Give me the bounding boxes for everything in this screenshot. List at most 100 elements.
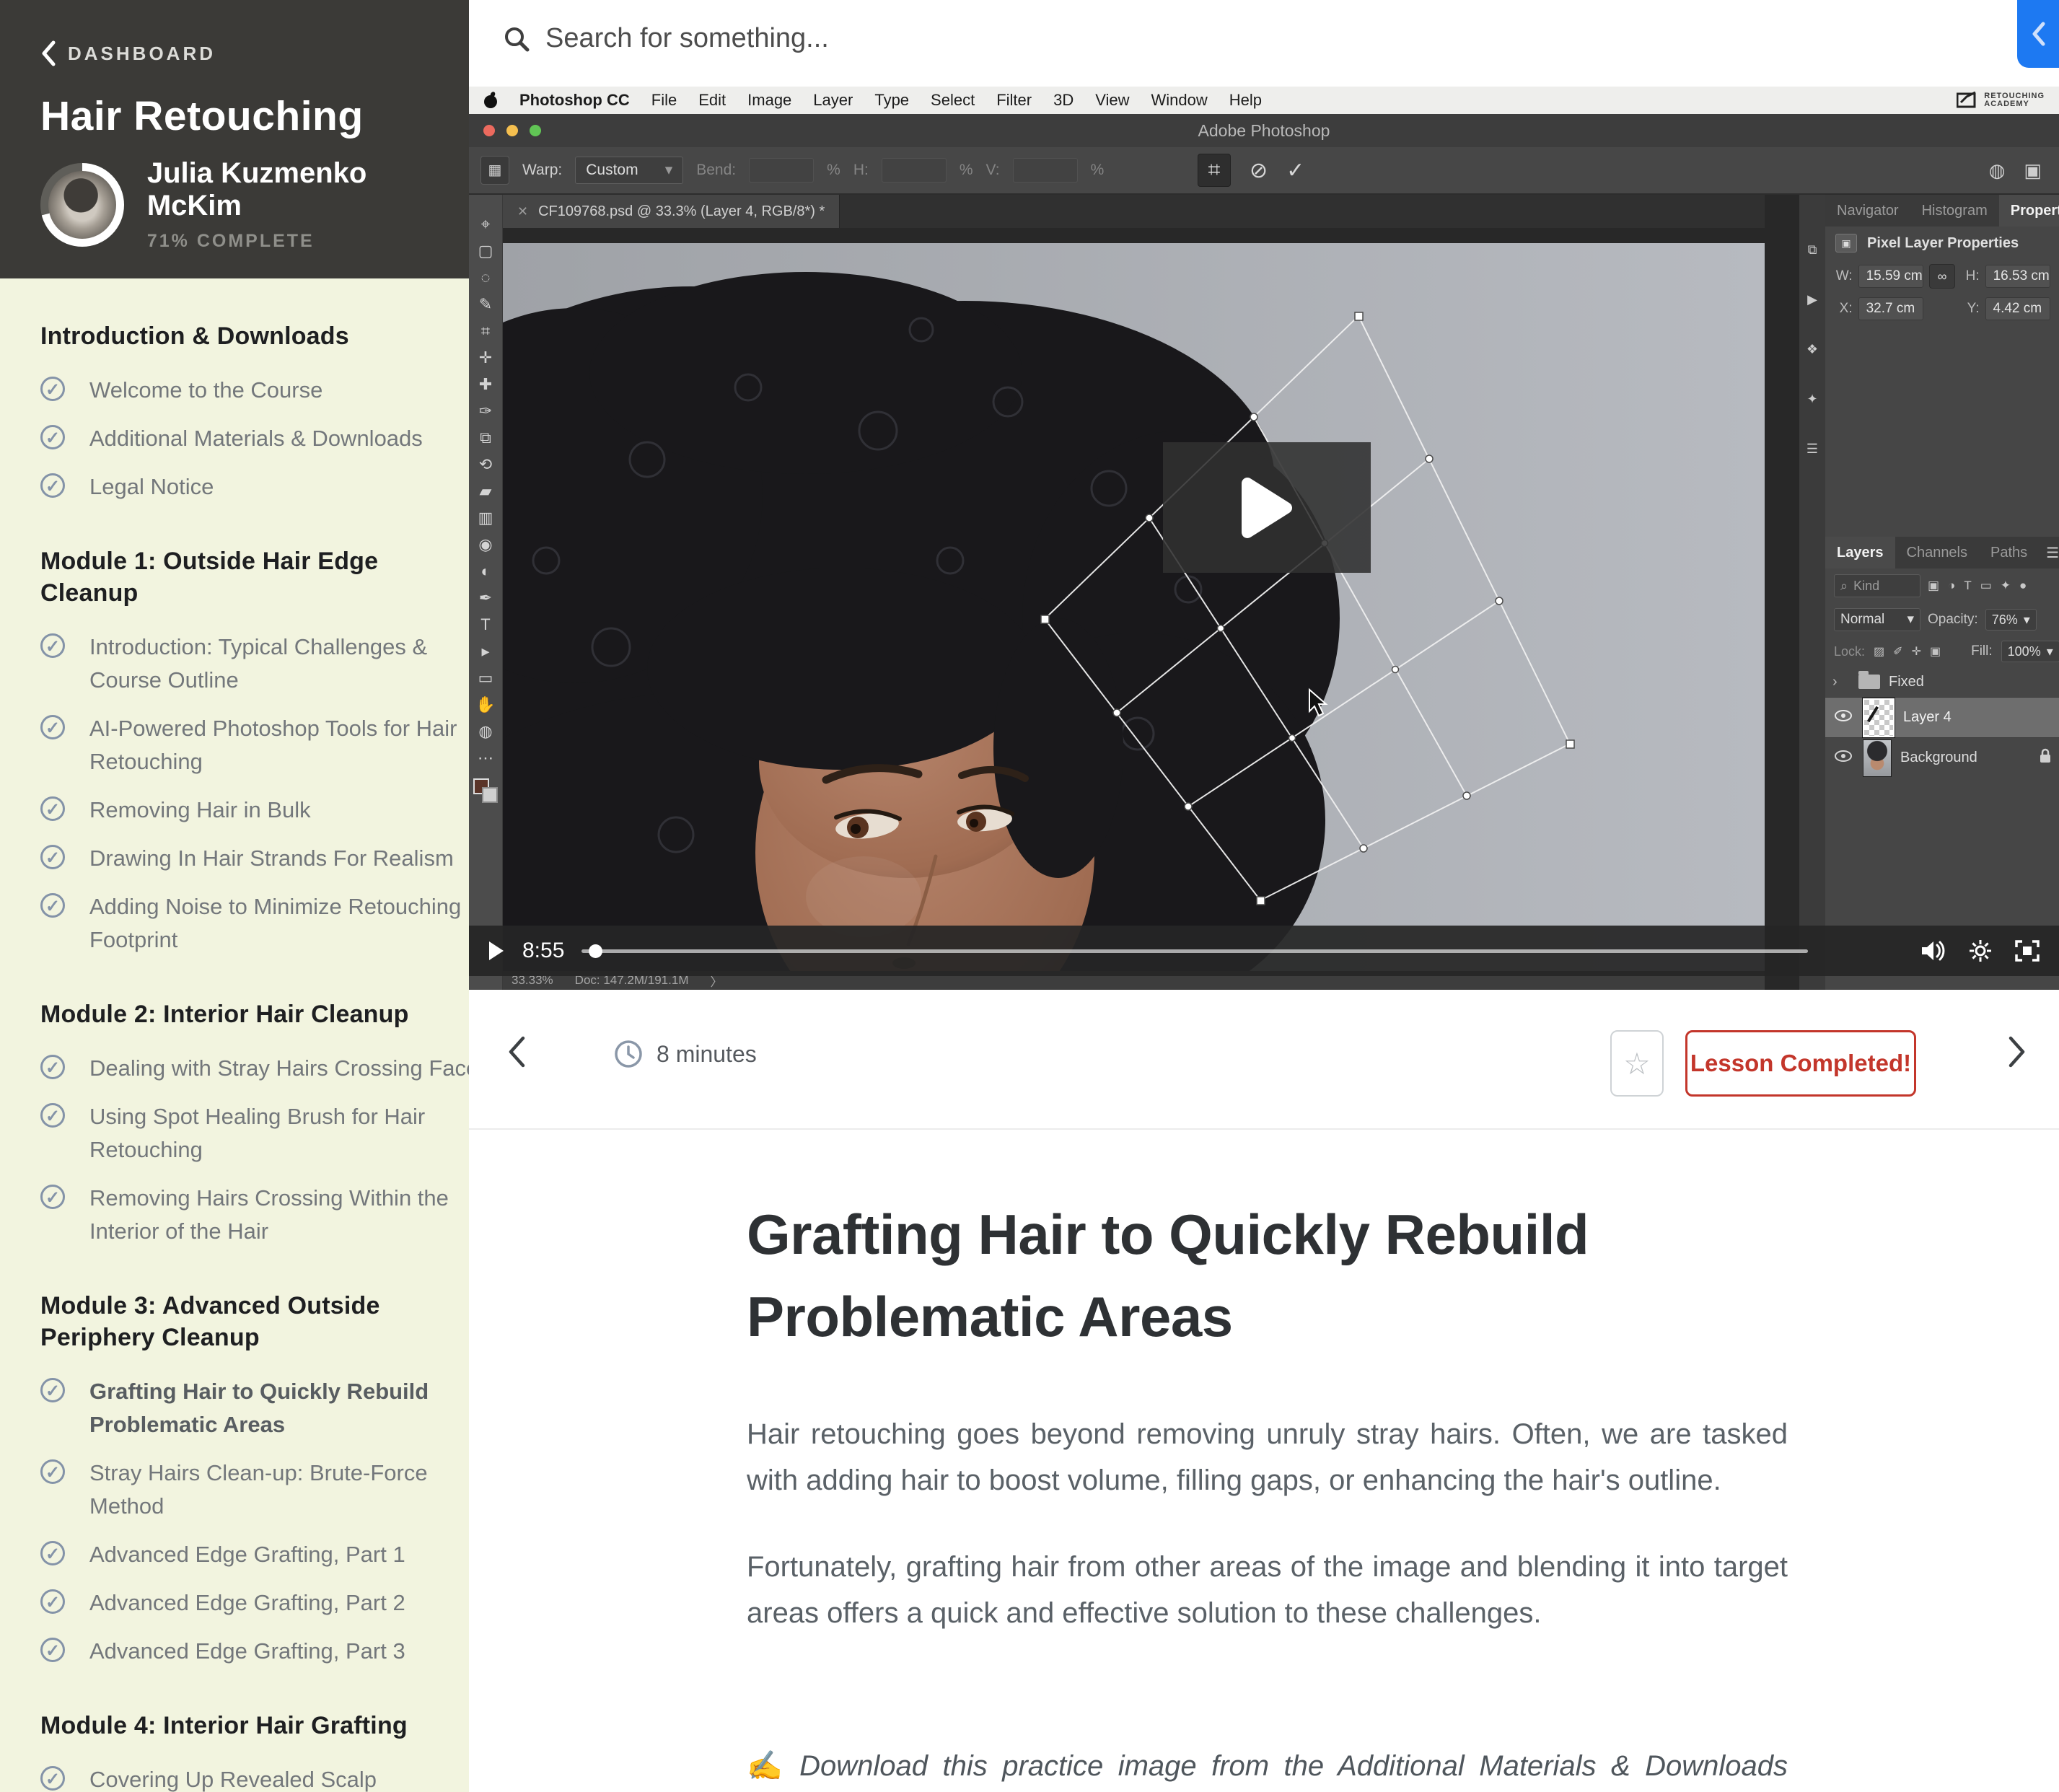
previous-lesson-button[interactable] — [506, 1035, 527, 1073]
lesson-paragraph: Fortunately, grafting hair from other ar… — [747, 1544, 1788, 1636]
ps-options-bar: ▦ Warp: Custom▾ Bend: % H: % V: % ⌗ — [469, 147, 2059, 195]
section-title: Introduction & Downloads — [40, 320, 459, 352]
play-icon — [1239, 476, 1295, 540]
lesson-item[interactable]: ✓ Covering Up Revealed Scalp — [40, 1763, 469, 1792]
lesson-item-label: Adding Noise to Minimize Retouching Foot… — [89, 890, 469, 957]
lesson-item[interactable]: ✓Drawing In Hair Strands For Realism — [40, 842, 469, 875]
layer-filter-icon: ▣ — [1928, 579, 1939, 593]
lesson-item[interactable]: ✓Removing Hair in Bulk — [40, 794, 469, 827]
section-title: Module 2: Interior Hair Cleanup — [40, 998, 459, 1030]
instructor-row: Julia Kuzmenko McKim 71% COMPLETE — [40, 157, 469, 252]
collapse-sidebar-button[interactable] — [2017, 0, 2059, 68]
collapsed-panel-icon: ⧉ — [1808, 242, 1817, 258]
lesson-duration: 8 minutes — [613, 1039, 757, 1069]
ps-tool-icon: ✑ — [479, 398, 492, 424]
x-field: 32.7 cm — [1858, 297, 1923, 320]
layer-name: Layer 4 — [1903, 709, 1952, 726]
completed-check-icon: ✓ — [40, 715, 65, 739]
panel-tab-paths: Paths — [1979, 537, 2039, 568]
favorite-star-button[interactable]: ☆ — [1610, 1030, 1664, 1097]
instructor-name: Julia Kuzmenko McKim — [147, 157, 469, 222]
layer-visibility-icon — [1832, 750, 1854, 766]
progress-handle[interactable] — [589, 944, 602, 958]
lesson-item-label: Drawing In Hair Strands For Realism — [89, 842, 469, 875]
lesson-item-label: Additional Materials & Downloads — [89, 422, 469, 455]
lesson-completed-button[interactable]: Lesson Completed! — [1685, 1030, 1916, 1097]
lesson-item[interactable]: ✓Advanced Edge Grafting, Part 1 — [40, 1538, 469, 1571]
layer-thumbnail — [1863, 739, 1892, 777]
search-input[interactable] — [545, 23, 1195, 54]
lesson-item-label: Removing Hairs Crossing Within the Inter… — [89, 1182, 469, 1248]
sidebar-header: DASHBOARD Hair Retouching Julia Kuzmenko… — [0, 0, 469, 278]
completed-check-icon: ✓ — [40, 633, 65, 658]
ps-panel-dock: ⧉▶❖✦☰ — [1799, 195, 1825, 990]
lock-option-icon: ▨ — [1874, 644, 1884, 659]
layer-filter-icon: ▭ — [1980, 579, 1992, 593]
section-title: Module 3: Advanced Outside Periphery Cle… — [40, 1290, 459, 1353]
play-button[interactable] — [488, 940, 505, 962]
fullscreen-icon[interactable] — [2014, 939, 2040, 962]
collapsed-panel-icon: ▶ — [1807, 292, 1817, 307]
lesson-item-label: Removing Hair in Bulk — [89, 794, 469, 827]
fill-field: 100% ▾ — [2001, 641, 2059, 662]
ps-tool-icon: ⋯ — [478, 745, 493, 771]
collapsed-panel-icon: ✦ — [1806, 392, 1817, 407]
ps-toolbar: ⌖▢◌✎⌗✛✚✑⧉⟲▰▥◉◐✒T▸▭✋◍⋯ — [469, 195, 503, 990]
lesson-item[interactable]: ✓Stray Hairs Clean-up: Brute-Force Metho… — [40, 1457, 469, 1523]
lesson-item[interactable]: ✓Legal Notice — [40, 470, 469, 504]
lesson-item[interactable]: ✓Removing Hairs Crossing Within the Inte… — [40, 1182, 469, 1248]
section-title: Module 4: Interior Hair Grafting — [40, 1710, 459, 1742]
lesson-item-active[interactable]: ✓Grafting Hair to Quickly Rebuild Proble… — [40, 1375, 469, 1441]
lesson-item[interactable]: ✓Advanced Edge Grafting, Part 2 — [40, 1586, 469, 1620]
back-to-dashboard-link[interactable]: DASHBOARD — [40, 40, 216, 66]
video-timestamp: 8:55 — [522, 939, 564, 963]
width-field: 15.59 cm — [1858, 265, 1923, 288]
ps-tool-icon: ▰ — [480, 478, 492, 504]
video-play-overlay-button[interactable] — [1163, 442, 1371, 573]
ps-tool-icon: ▢ — [478, 237, 493, 264]
panel-tab-layers: Layers — [1825, 537, 1895, 568]
lesson-item[interactable]: ✓Adding Noise to Minimize Retouching Foo… — [40, 890, 469, 957]
lesson-item[interactable]: ✓Using Spot Healing Brush for Hair Retou… — [40, 1100, 469, 1167]
y-field: 4.42 cm — [1985, 297, 2050, 320]
ps-workspace-icon: ▣ — [2024, 159, 2042, 182]
next-lesson-button[interactable] — [2007, 1035, 2027, 1073]
panel-tab-channels: Channels — [1895, 537, 1980, 568]
opacity-field: 76% ▾ — [1985, 609, 2037, 631]
blend-mode-select: Normal ▾ — [1834, 608, 1920, 631]
ps-tool-icon: ⌖ — [481, 211, 490, 237]
video-progress-bar[interactable] — [581, 949, 1808, 953]
app: DASHBOARD Hair Retouching Julia Kuzmenko… — [0, 0, 2059, 1792]
lesson-item-label: Covering Up Revealed Scalp — [89, 1763, 469, 1792]
ps-tool-icon: ◍ — [478, 718, 492, 745]
completed-check-icon: ✓ — [40, 1766, 65, 1791]
course-section: Module 3: Advanced Outside Periphery Cle… — [40, 1290, 469, 1668]
lesson-item[interactable]: ✓ Advanced Edge Grafting, Part 3 — [40, 1635, 469, 1668]
lesson-item[interactable]: ✓Introduction: Typical Challenges & Cour… — [40, 631, 469, 697]
ps-tool-icon: ▸ — [481, 638, 489, 664]
layer-filter-icons: ▣◑T▭✦● — [1928, 579, 2027, 593]
lesson-item[interactable]: ✓Additional Materials & Downloads — [40, 422, 469, 455]
progress-ring — [40, 163, 124, 247]
lesson-item[interactable]: ✓Dealing with Stray Hairs Crossing Face — [40, 1052, 469, 1085]
back-label: DASHBOARD — [68, 43, 216, 65]
main-area: Photoshop CCFileEditImageLayerTypeSelect… — [469, 0, 2059, 1792]
collapsed-panel-icon: ❖ — [1806, 342, 1818, 357]
completed-check-icon: ✓ — [40, 1638, 65, 1662]
settings-gear-icon[interactable] — [1968, 939, 1993, 963]
volume-icon[interactable] — [1920, 939, 1946, 962]
lesson-item[interactable]: ✓AI-Powered Photoshop Tools for Hair Ret… — [40, 712, 469, 778]
panel-tab-properties: Properties — [1999, 195, 2059, 227]
course-section: Module 2: Interior Hair Cleanup ✓Dealing … — [40, 998, 469, 1248]
ps-tool-icon: ◐ — [480, 558, 490, 584]
ps-menu-item: Window — [1151, 91, 1208, 110]
ps-menu-item: View — [1095, 91, 1129, 110]
completed-check-icon: ✓ — [40, 1589, 65, 1614]
lesson-item-label: Advanced Edge Grafting, Part 3 — [89, 1635, 469, 1668]
pixel-layer-icon: ▣ — [1835, 234, 1857, 252]
lesson-item[interactable]: ✓Welcome to the Course — [40, 374, 469, 407]
commit-transform-icon: ✓ — [1286, 158, 1304, 183]
lock-icon — [2039, 748, 2052, 768]
ps-tool-icon: ✛ — [479, 344, 492, 371]
video-player[interactable]: Photoshop CCFileEditImageLayerTypeSelect… — [469, 87, 2059, 990]
